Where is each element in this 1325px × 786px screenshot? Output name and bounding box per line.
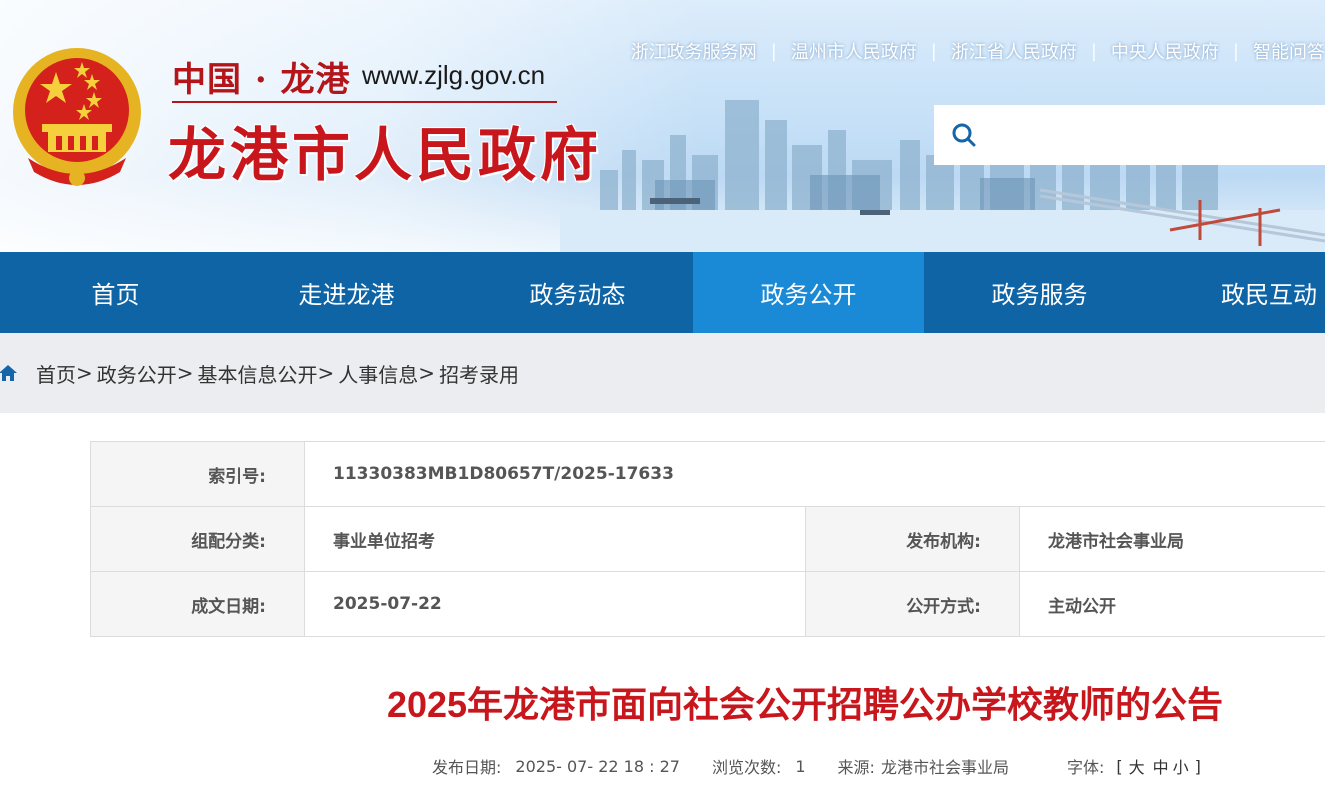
link-central-gov[interactable]: 中央人民政府 [1111,38,1219,64]
font-size-label: 字体: [1066,758,1105,777]
breadcrumb-separator: > [418,361,436,385]
breadcrumb: 首页 > 政务公开 > 基本信息公开 > 人事信息 > 招考录用 [0,333,1325,413]
table-row: 组配分类: 事业单位招考 发布机构: 龙港市社会事业局 [90,507,1325,572]
font-size-medium-button[interactable]: 中 [1153,754,1169,778]
breadcrumb-recruitment[interactable]: 招考录用 [439,359,519,388]
category-label: 组配分类: [90,507,304,571]
index-number-label: 索引号: [90,442,304,506]
link-zhejiang-gov[interactable]: 浙江省人民政府 [951,38,1077,64]
top-links: 浙江政务服务网 | 温州市人民政府 | 浙江省人民政府 | 中央人民政府 | 智… [631,38,1325,64]
nav-gov-disclosure[interactable]: 政务公开 [693,252,924,333]
breadcrumb-separator: > [176,361,194,385]
index-number-value: 11330383MB1D80657T/2025-17633 [304,442,1325,506]
view-count-label: 浏览次数: [711,758,782,777]
search-box [934,105,1325,165]
disclosure-method-label: 公开方式: [805,572,1019,636]
document-date-label: 成文日期: [90,572,304,636]
link-separator: | [1090,40,1097,62]
breadcrumb-separator: > [317,361,335,385]
link-separator: | [1232,40,1239,62]
search-icon[interactable] [934,105,994,165]
site-header: 中国 · 龙港 www.zjlg.gov.cn 龙港市人民政府 浙江政务服务网 … [0,0,1325,252]
font-size-large-button[interactable]: 大 [1129,754,1145,778]
nav-gov-news[interactable]: 政务动态 [462,252,693,333]
site-url: www.zjlg.gov.cn [362,60,546,90]
main-nav: 首页 走进龙港 政务动态 政务公开 政务服务 政民互动 [0,252,1325,333]
link-separator: | [770,40,777,62]
breadcrumb-personnel-info[interactable]: 人事信息 [338,359,418,388]
font-size-control: [ 大 中 小 ] [1114,754,1203,778]
site-slogan: 中国 · 龙港 [172,60,351,100]
font-bracket-close: ] [1194,756,1201,776]
breadcrumb-separator: > [76,361,93,385]
table-row: 成文日期: 2025-07-22 公开方式: 主动公开 [90,572,1325,637]
link-wenzhou-gov[interactable]: 温州市人民政府 [791,38,917,64]
home-icon[interactable] [0,363,18,383]
title-divider [172,101,557,103]
link-zhejiang-service[interactable]: 浙江政务服务网 [631,38,757,64]
view-count-value: 1 [795,756,806,776]
article-meta: 发布日期: 2025- 07- 22 18 : 27 浏览次数: 1 来源: 龙… [432,754,1203,778]
font-bracket-open: [ [1116,756,1123,776]
font-size-small-button[interactable]: 小 [1173,754,1189,778]
category-value: 事业单位招考 [304,507,805,571]
site-name[interactable]: 龙港市人民政府 [168,108,602,192]
breadcrumb-home[interactable]: 首页 [36,359,76,388]
publish-date-label: 发布日期: [432,758,502,777]
national-emblem-icon [13,48,141,186]
nav-gov-service[interactable]: 政务服务 [924,252,1155,333]
search-input[interactable] [994,115,1325,155]
breadcrumb-basic-info[interactable]: 基本信息公开 [198,359,318,388]
link-smart-qa[interactable]: 智能问答 [1253,38,1325,64]
source-value: 龙港市社会事业局 [880,758,1009,777]
nav-home[interactable]: 首页 [0,252,231,333]
document-info-table: 索引号: 11330383MB1D80657T/2025-17633 组配分类:… [90,441,1325,637]
article-title: 2025年龙港市面向社会公开招聘公办学校教师的公告 [386,684,1224,725]
breadcrumb-gov-disclosure[interactable]: 政务公开 [97,359,177,388]
link-separator: | [930,40,937,62]
table-row: 索引号: 11330383MB1D80657T/2025-17633 [90,442,1325,507]
document-date-value: 2025-07-22 [304,572,805,636]
source-label: 来源: [837,758,875,777]
publisher-value: 龙港市社会事业局 [1019,507,1325,571]
disclosure-method-value: 主动公开 [1019,572,1325,636]
nav-about-longgang[interactable]: 走进龙港 [231,252,462,333]
nav-public-interaction[interactable]: 政民互动 [1155,252,1325,333]
publish-date-value: 2025- 07- 22 18 : 27 [515,756,680,776]
publisher-label: 发布机构: [805,507,1019,571]
